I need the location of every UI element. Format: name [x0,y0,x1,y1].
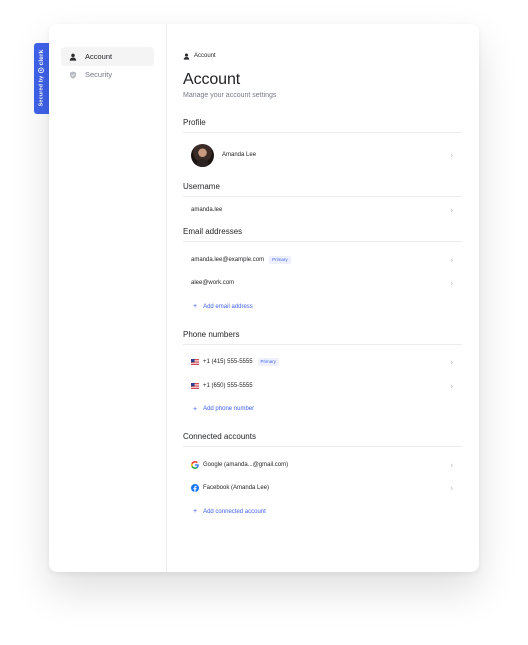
secured-by-label: Secured by [38,76,45,107]
chevron-right-icon: › [450,460,453,470]
profile-row[interactable]: Amanda Lee › [183,133,462,177]
connected-accounts-section: Connected accounts Google (amanda...@gma… [183,432,462,524]
plus-icon: + [193,508,198,516]
connected-account-row[interactable]: Google (amanda...@gmail.com) › [183,453,462,477]
username-value: amanda.lee [191,207,223,213]
email-row[interactable]: amanda.lee@example.com Primary › [183,248,462,272]
username-section: Username amanda.lee › [183,182,462,223]
user-profile-card: Account Security Account Account Manage … [49,24,479,572]
chevron-right-icon: › [450,381,453,391]
plus-icon: + [193,303,198,311]
chevron-right-icon: › [450,357,453,367]
primary-badge: Primary [269,255,291,264]
breadcrumb-label: Account [194,53,216,59]
user-icon [69,53,77,61]
add-email-label: Add email address [203,303,253,310]
chevron-right-icon: › [450,205,453,215]
chevron-right-icon: › [450,483,453,493]
connected-account-row[interactable]: Facebook (Amanda Lee) › [183,477,462,501]
primary-badge: Primary [257,358,280,367]
sidebar-item-label: Account [85,52,113,61]
section-title-emails: Email addresses [183,227,243,236]
add-connected-account-button[interactable]: + Add connected account [183,500,462,524]
phone-section: Phone numbers +1 (415) 555-5555 Primary … [183,330,462,422]
phone-row[interactable]: +1 (415) 555-5555 Primary › [183,351,462,375]
email-value: alee@work.com [191,280,235,287]
profile-name: Amanda Lee [222,152,257,158]
facebook-icon [191,484,199,493]
phone-value: +1 (650) 555-5555 [203,382,253,389]
user-icon [183,53,190,60]
email-section: Email addresses amanda.lee@example.com P… [183,227,462,319]
shield-icon [69,70,77,79]
secured-by-clerk-badge[interactable]: Secured by clerk [34,43,49,114]
add-email-button[interactable]: + Add email address [183,295,462,319]
section-title-username: Username [183,182,220,191]
email-value: amanda.lee@example.com [191,256,265,263]
breadcrumb: Account [183,51,462,61]
chevron-right-icon: › [450,278,453,288]
chevron-right-icon: › [450,150,453,160]
chevron-right-icon: › [450,255,453,265]
google-icon [191,460,199,469]
section-title-phones: Phone numbers [183,329,240,339]
add-connected-account-label: Add connected account [203,508,266,515]
phone-row[interactable]: +1 (650) 555-5555 › [183,374,462,398]
add-phone-button[interactable]: + Add phone number [183,398,462,422]
connected-account-value: Google (amanda...@gmail.com) [203,461,289,468]
email-row[interactable]: alee@work.com › [183,272,462,296]
connected-account-value: Facebook (Amanda Lee) [203,485,270,492]
sidebar-item-label: Security [85,70,113,79]
sidebar: Account Security [49,24,167,572]
username-row[interactable]: amanda.lee › [183,197,462,223]
sidebar-item-account[interactable]: Account [61,47,154,66]
avatar [191,143,214,167]
clerk-logo-icon [38,68,45,74]
phone-value: +1 (415) 555-5555 [203,359,253,366]
page-subtitle: Manage your account settings [183,92,277,99]
sidebar-item-security[interactable]: Security [61,65,154,84]
section-title-profile: Profile [183,118,206,127]
add-phone-label: Add phone number [203,406,255,413]
us-flag-icon [191,382,199,389]
section-title-connected: Connected accounts [183,432,256,441]
us-flag-icon [191,359,199,366]
plus-icon: + [193,405,198,413]
clerk-brand-label: clerk [38,50,45,67]
main-content: Account Account Manage your account sett… [167,24,479,572]
page-title: Account [183,71,241,88]
profile-section: Profile Amanda Lee › [183,118,462,177]
